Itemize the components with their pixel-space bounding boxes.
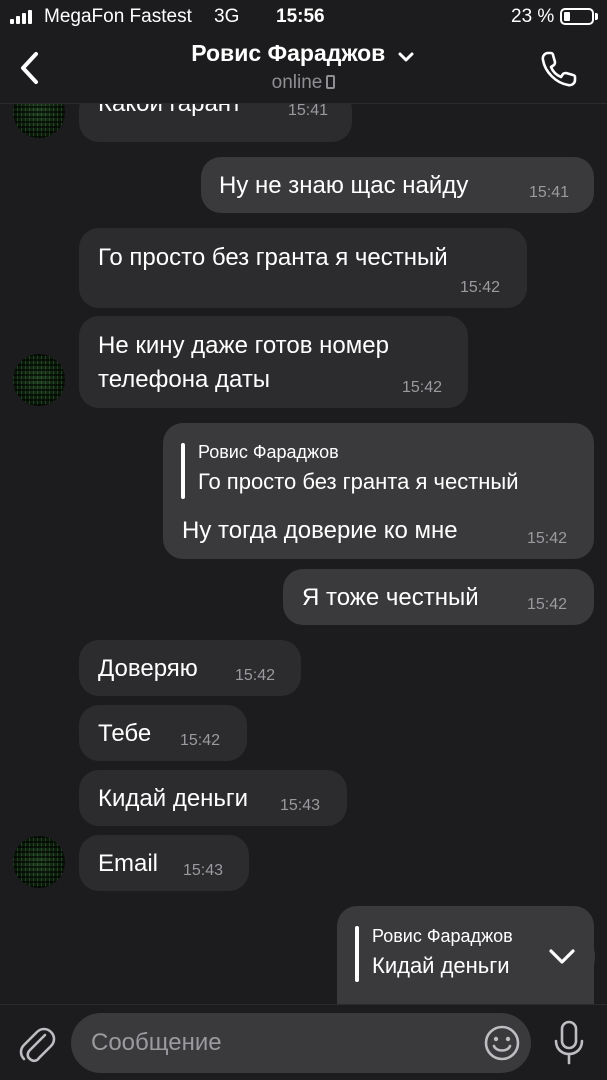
message-time: 15:43 bbox=[183, 862, 224, 879]
message-input[interactable] bbox=[91, 1027, 471, 1059]
message-time: 15:42 bbox=[527, 596, 568, 613]
message-time: 15:42 bbox=[527, 530, 568, 547]
compose-bar bbox=[0, 1004, 607, 1080]
message-text: Ну не знаю щас найду bbox=[219, 172, 469, 199]
chat-title-button[interactable]: Ровис Фараджов bbox=[140, 40, 467, 67]
status-bar: MegaFon Fastest 3G 15:56 23 % bbox=[0, 0, 607, 34]
message-bubble-outgoing[interactable]: Ну не знаю щас найду 15:41 bbox=[201, 157, 594, 213]
chevron-down-icon bbox=[398, 52, 414, 62]
message-text: Ну тогда доверие ко мне bbox=[182, 517, 458, 544]
message-bubble-incoming[interactable]: Го просто без гранта я честный 15:42 bbox=[79, 228, 527, 308]
mobile-phone-icon bbox=[326, 75, 336, 89]
message-text: Тебе bbox=[98, 720, 152, 747]
message-text: Кидай деньги bbox=[98, 785, 249, 812]
message-list[interactable]: Какой гарант 15:41 Ну не знаю щас найду … bbox=[0, 104, 607, 1004]
contact-status: online bbox=[200, 72, 407, 94]
reply-quote-bar bbox=[355, 926, 359, 982]
message-time: 15:41 bbox=[529, 184, 570, 201]
message-text: Доверяю bbox=[98, 655, 198, 682]
battery-percent: 23 % bbox=[511, 6, 555, 27]
message-bubble-incoming[interactable]: Email 15:43 bbox=[79, 835, 249, 891]
message-bubble-incoming[interactable]: Кидай деньги 15:43 bbox=[79, 770, 347, 826]
message-input-container[interactable] bbox=[71, 1013, 531, 1073]
network-type: 3G bbox=[214, 6, 240, 27]
message-time: 15:42 bbox=[402, 379, 443, 396]
message-time: 15:43 bbox=[280, 797, 321, 814]
scroll-to-bottom-button[interactable] bbox=[529, 924, 595, 990]
message-bubble-outgoing[interactable]: Я тоже честный 15:42 bbox=[283, 569, 594, 625]
reply-text: Кидай деньги bbox=[372, 953, 510, 978]
message-text-line: Не кину даже готов номер bbox=[98, 332, 389, 359]
message-text-line: телефона даты bbox=[98, 366, 271, 393]
chevron-left-icon[interactable] bbox=[14, 48, 48, 88]
avatar[interactable] bbox=[13, 104, 65, 138]
paperclip-icon[interactable] bbox=[16, 1021, 56, 1065]
smiley-icon[interactable] bbox=[483, 1024, 521, 1062]
message-text: Какой гарант bbox=[98, 104, 242, 118]
chat-header: Ровис Фараджов online bbox=[0, 34, 607, 104]
phone-icon[interactable] bbox=[538, 48, 580, 90]
reply-author: Ровис Фараджов bbox=[198, 442, 339, 462]
message-time: 15:42 bbox=[460, 279, 501, 296]
carrier-name: MegaFon Fastest bbox=[44, 6, 192, 27]
message-time: 15:41 bbox=[288, 104, 329, 119]
avatar[interactable] bbox=[13, 354, 65, 406]
message-bubble-outgoing[interactable]: Ровис Фараджов Го просто без гранта я че… bbox=[163, 423, 594, 559]
message-bubble-incoming[interactable]: Тебе 15:42 bbox=[79, 705, 247, 761]
message-time: 15:42 bbox=[235, 667, 276, 684]
message-bubble-incoming[interactable]: Не кину даже готов номер телефона даты 1… bbox=[79, 316, 468, 408]
reply-text: Го просто без гранта я честный bbox=[198, 469, 519, 494]
signal-icon bbox=[10, 10, 36, 24]
message-text: Email bbox=[98, 850, 159, 877]
reply-quote-bar bbox=[181, 443, 185, 499]
message-time: 15:42 bbox=[180, 732, 221, 749]
microphone-icon[interactable] bbox=[551, 1019, 587, 1067]
avatar[interactable] bbox=[13, 836, 65, 888]
clock: 15:56 bbox=[276, 6, 325, 27]
chevron-down-icon bbox=[549, 949, 575, 964]
reply-author: Ровис Фараджов bbox=[372, 926, 513, 946]
contact-name: Ровис Фараджов bbox=[191, 40, 386, 66]
message-bubble-incoming[interactable]: Какой гарант 15:41 bbox=[79, 104, 352, 142]
battery-icon bbox=[560, 8, 598, 25]
message-bubble-incoming[interactable]: Доверяю 15:42 bbox=[79, 640, 301, 696]
message-text: Я тоже честный bbox=[302, 584, 479, 611]
message-text: Го просто без гранта я честный bbox=[98, 244, 448, 271]
